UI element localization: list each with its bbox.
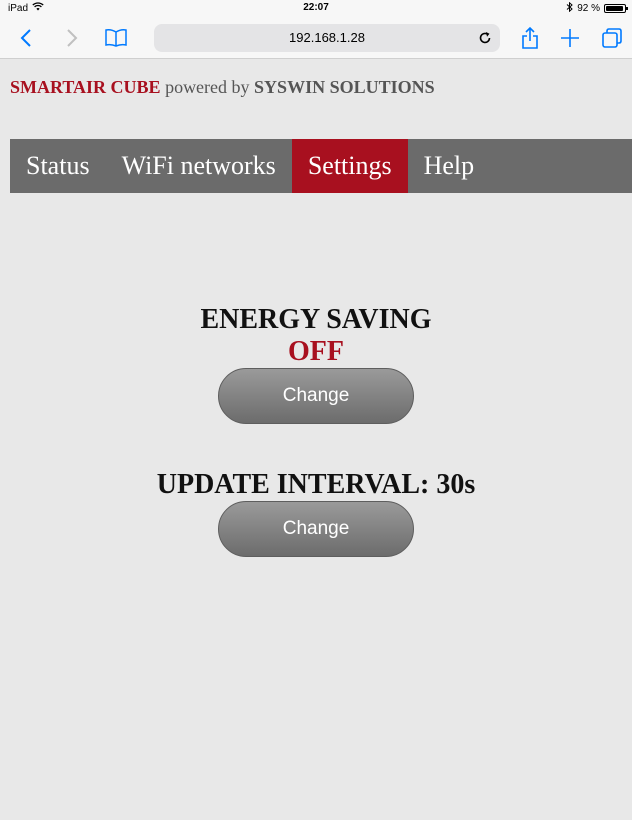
battery-percent: 92 % bbox=[577, 3, 600, 14]
energy-saving-heading: ENERGY SAVING bbox=[200, 304, 432, 335]
reload-icon[interactable] bbox=[476, 29, 494, 47]
address-bar[interactable]: 192.168.1.28 bbox=[154, 24, 500, 52]
browser-chrome: iPad 22:07 92 % 192.168.1.28 bbox=[0, 0, 632, 59]
brand-powered-by: powered by bbox=[165, 77, 250, 97]
energy-saving-state: OFF bbox=[288, 336, 344, 367]
browser-toolbar: 192.168.1.28 bbox=[0, 18, 632, 58]
energy-saving-section: ENERGY SAVING OFF Change bbox=[0, 304, 632, 424]
nav-item-status[interactable]: Status bbox=[10, 139, 106, 193]
status-bar: iPad 22:07 92 % bbox=[0, 0, 632, 18]
update-interval-change-button[interactable]: Change bbox=[218, 501, 414, 557]
plus-icon[interactable] bbox=[556, 24, 584, 52]
nav-item-help[interactable]: Help bbox=[408, 139, 491, 193]
url-text: 192.168.1.28 bbox=[289, 30, 365, 45]
energy-saving-change-button[interactable]: Change bbox=[218, 368, 414, 424]
brand-name: SMARTAIR CUBE bbox=[10, 77, 161, 97]
clock: 22:07 bbox=[303, 2, 329, 13]
tabs-icon[interactable] bbox=[598, 24, 626, 52]
brand-header: SMARTAIR CUBE powered by SYSWIN SOLUTION… bbox=[10, 77, 435, 98]
brand-company: SYSWIN SOLUTIONS bbox=[254, 77, 435, 97]
bluetooth-icon bbox=[566, 1, 573, 15]
update-interval-section: UPDATE INTERVAL: 30s Change bbox=[0, 469, 632, 557]
battery-icon bbox=[604, 4, 628, 13]
main-nav: Status WiFi networks Settings Help bbox=[10, 139, 632, 193]
chevron-left-icon[interactable] bbox=[12, 24, 40, 52]
nav-item-settings[interactable]: Settings bbox=[291, 139, 408, 193]
battery-level bbox=[606, 6, 623, 11]
share-icon[interactable] bbox=[516, 24, 544, 52]
book-icon[interactable] bbox=[102, 24, 130, 52]
chevron-right-icon[interactable] bbox=[58, 24, 86, 52]
update-interval-heading: UPDATE INTERVAL: 30s bbox=[156, 469, 476, 500]
nav-item-wifi-networks[interactable]: WiFi networks bbox=[106, 139, 292, 193]
